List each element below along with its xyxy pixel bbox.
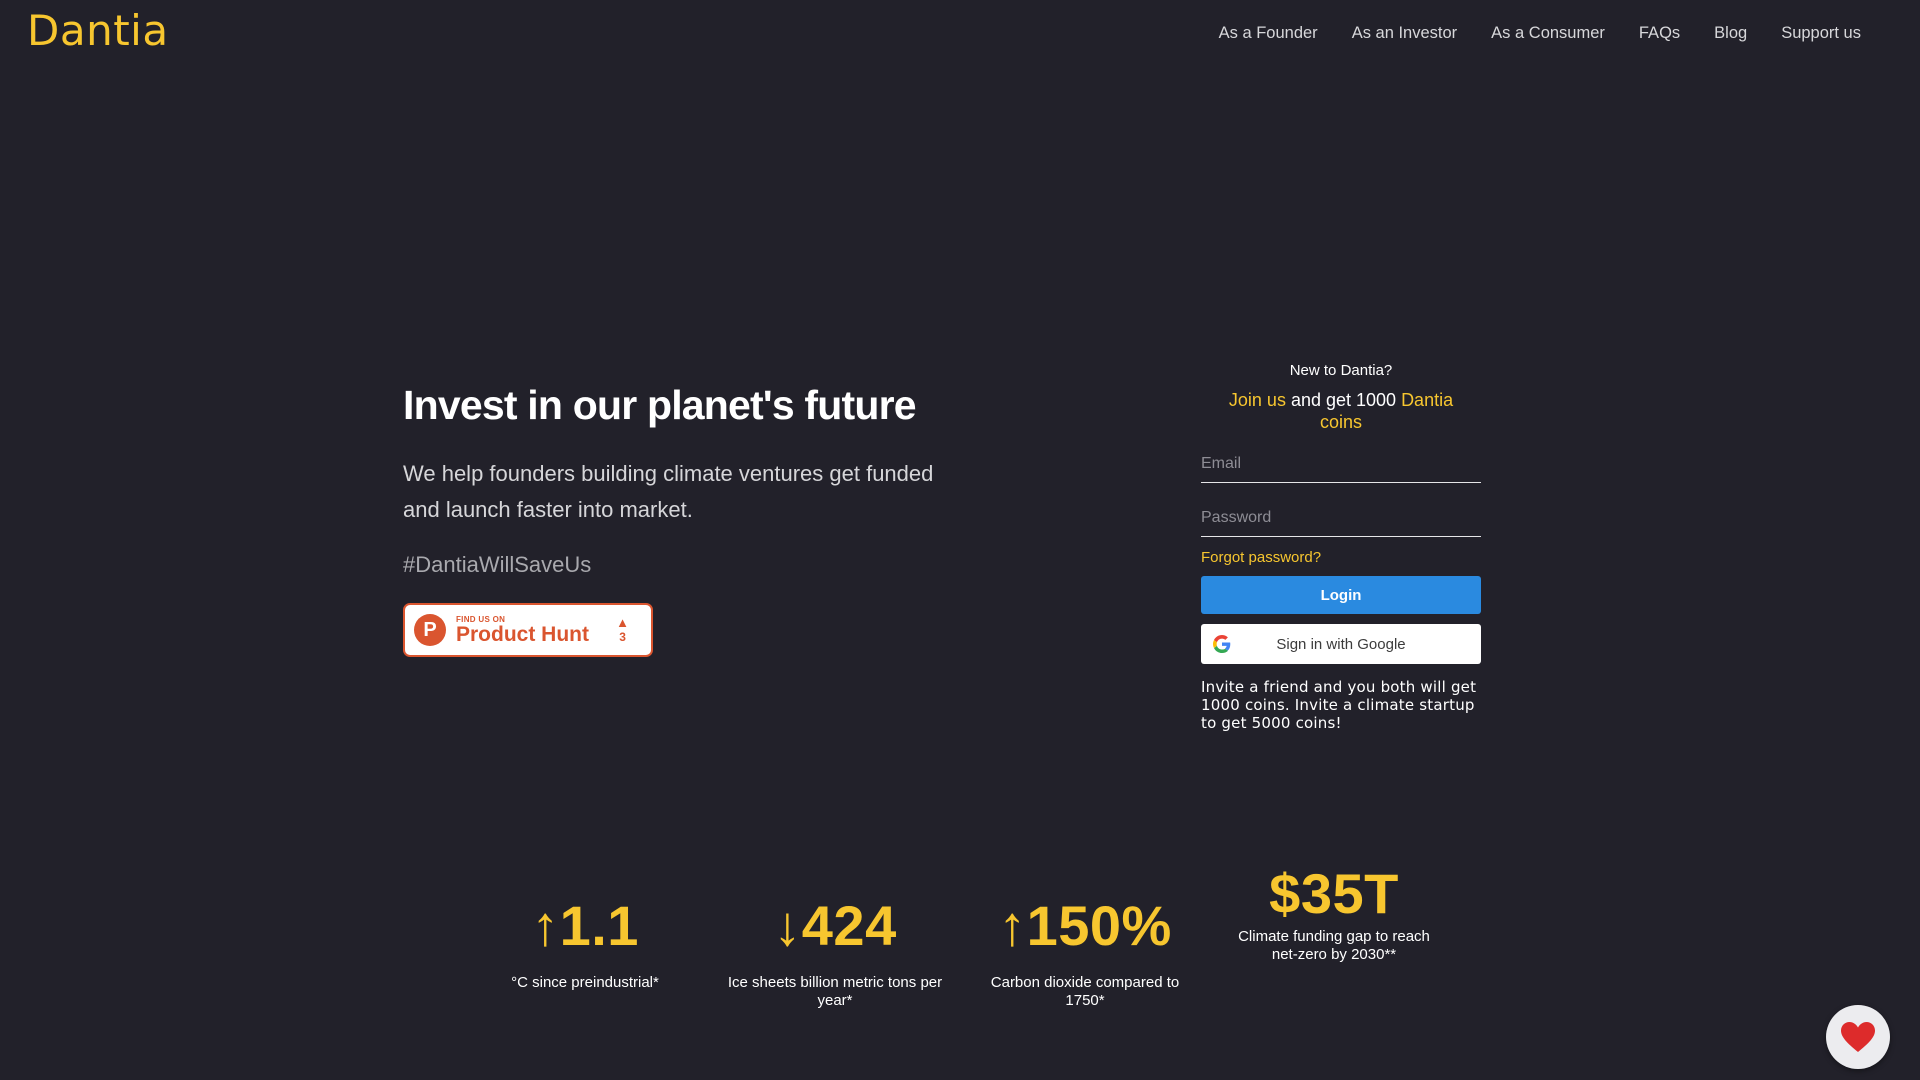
stat-value: ↓424 bbox=[773, 894, 897, 957]
upvote-arrow-icon: ▲ bbox=[616, 615, 629, 630]
nav-item-blog[interactable]: Blog bbox=[1714, 24, 1747, 43]
login-panel: New to Dantia? Join us and get 1000 Dant… bbox=[1201, 362, 1481, 732]
stat-temperature: ↑1.1 °C since preindustrial* bbox=[485, 893, 685, 992]
hero-title: Invest in our planet's future bbox=[403, 382, 917, 428]
nav-item-investor[interactable]: As an Investor bbox=[1352, 24, 1457, 43]
upvote-count: 3 bbox=[619, 630, 626, 644]
google-sign-in-button[interactable]: Sign in with Google bbox=[1201, 624, 1481, 664]
stat-value: $35T bbox=[1269, 862, 1399, 925]
nav-item-support[interactable]: Support us bbox=[1781, 24, 1861, 43]
stat-value: ↑150% bbox=[998, 894, 1172, 957]
login-button[interactable]: Login bbox=[1201, 576, 1481, 614]
product-hunt-name: Product Hunt bbox=[456, 622, 589, 646]
stat-funding-gap: $35T Climate funding gap to reach net-ze… bbox=[1228, 861, 1440, 964]
hashtag: #DantiaWillSaveUs bbox=[403, 552, 592, 577]
stat-label: Ice sheets billion metric tons per year* bbox=[727, 974, 943, 1009]
nav-item-faqs[interactable]: FAQs bbox=[1639, 24, 1680, 43]
email-field[interactable] bbox=[1201, 439, 1481, 483]
nav-item-consumer[interactable]: As a Consumer bbox=[1491, 24, 1605, 43]
stat-ice-sheets: ↓424 Ice sheets billion metric tons per … bbox=[725, 893, 945, 1010]
hero-subtitle: We help founders building climate ventur… bbox=[403, 461, 934, 522]
google-icon bbox=[1213, 635, 1231, 653]
stat-value: ↑1.1 bbox=[531, 894, 639, 957]
password-field[interactable] bbox=[1201, 493, 1481, 537]
top-nav: As a Founder As an Investor As a Consume… bbox=[1219, 24, 1861, 43]
product-hunt-text: FIND US ON Product Hunt bbox=[456, 615, 589, 646]
google-button-label: Sign in with Google bbox=[1276, 635, 1406, 653]
nav-item-founder[interactable]: As a Founder bbox=[1219, 24, 1318, 43]
product-hunt-badge[interactable]: P FIND US ON Product Hunt ▲ 3 bbox=[403, 603, 653, 657]
invite-text: Invite a friend and you both will get 10… bbox=[1201, 678, 1477, 732]
heart-icon bbox=[1841, 1022, 1875, 1052]
product-hunt-icon: P bbox=[414, 614, 446, 646]
support-heart-button[interactable] bbox=[1826, 1005, 1890, 1069]
new-to-dantia-text: New to Dantia? bbox=[1289, 362, 1393, 379]
stat-label: °C since preindustrial* bbox=[511, 974, 659, 991]
join-promo: Join us and get 1000 Dantia coins bbox=[1221, 389, 1461, 433]
forgot-password-link[interactable]: Forgot password? bbox=[1201, 549, 1481, 566]
stat-label: Carbon dioxide compared to 1750* bbox=[990, 974, 1180, 1009]
logo[interactable]: Dantia bbox=[27, 6, 169, 55]
join-promo-middle: and get 1000 bbox=[1285, 390, 1402, 410]
join-us-link[interactable]: Join us bbox=[1229, 390, 1286, 410]
stat-label: Climate funding gap to reach net-zero by… bbox=[1238, 928, 1430, 963]
stat-carbon-dioxide: ↑150% Carbon dioxide compared to 1750* bbox=[975, 893, 1195, 1010]
page: Dantia As a Founder As an Investor As a … bbox=[0, 0, 1920, 1080]
upvote-counter: ▲ 3 bbox=[616, 615, 629, 645]
